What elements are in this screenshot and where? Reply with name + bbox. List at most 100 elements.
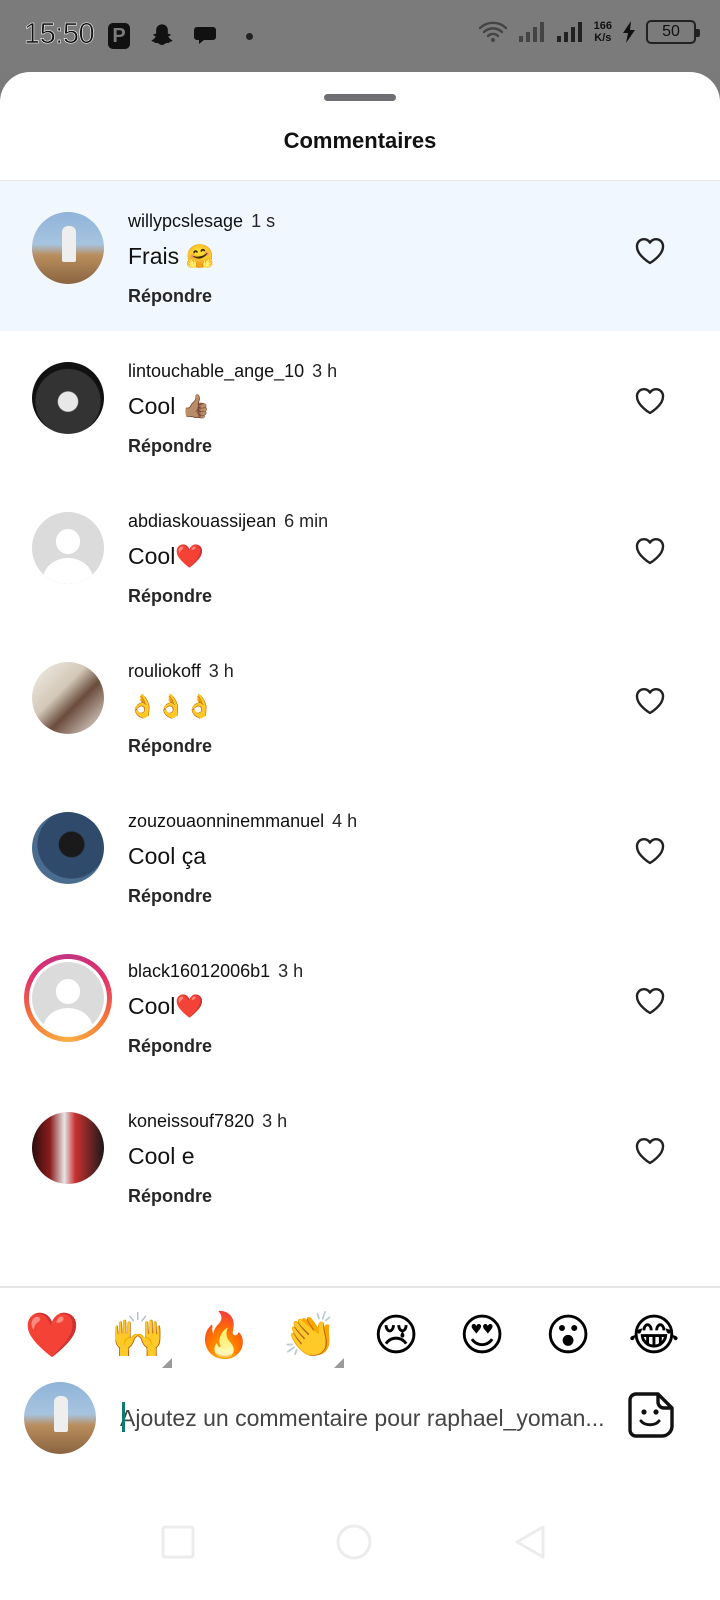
comment-meta: willypcslesage 1 s [128,211,275,232]
reply-button[interactable]: Répondre [128,886,212,907]
status-bar: 15:50 P 166 K/s 50 [0,0,720,72]
quick-reactions-bar: ❤️ 🙌 🔥 👏 😢 😍 😮 😂 [0,1308,720,1368]
home-icon[interactable] [334,1522,374,1562]
avatar[interactable] [32,1112,104,1184]
charging-icon [623,21,635,43]
sheet-title: Commentaires [283,128,437,153]
wifi-icon [478,21,507,42]
reply-button[interactable]: Répondre [128,1036,212,1057]
comment-item: lintouchable_ange_10 3 h Cool 👍🏽 Répondre [0,331,720,481]
battery-indicator: 50 [646,20,700,44]
comment-text: Cool ça [128,843,206,869]
avatar[interactable] [32,362,104,434]
comments-sheet: Commentaires willypcslesage 1 s Frais 🤗 R… [0,72,720,1600]
reply-button[interactable]: Répondre [128,436,212,457]
reaction-heart-eyes[interactable]: 😍 [454,1308,510,1364]
comment-time: 3 h [312,361,338,381]
comment-text: Cool❤️ [128,543,204,569]
reply-button[interactable]: Répondre [128,1186,212,1207]
comment-time: 3 h [208,661,234,681]
avatar[interactable] [32,212,104,284]
reply-button[interactable]: Répondre [128,286,212,307]
reaction-surprised[interactable]: 😮 [540,1308,596,1364]
comment-item: abdiaskouassijean 6 min Cool❤️ Répondre [0,481,720,631]
comment-item: koneissouf7820 3 h Cool e Répondre [0,1081,720,1231]
text-caret [122,1402,125,1432]
reply-button[interactable]: Répondre [128,586,212,607]
network-speed-unit: K/s [594,32,612,44]
composer-divider [0,1286,720,1288]
reaction-clap-glyph: 👏 [282,1310,338,1361]
comment-time: 1 s [251,211,276,231]
skin-tone-indicator [334,1358,344,1368]
comment-item: zouzouaonninemmanuel 4 h Cool ça Répondre [0,781,720,931]
comment-meta: rouliokoff 3 h [128,661,234,682]
avatar-story-ring[interactable] [24,954,112,1042]
avatar[interactable] [32,812,104,884]
sticker-icon[interactable] [626,1390,676,1440]
heart-icon[interactable] [634,836,666,866]
comment-time: 4 h [332,811,358,831]
comment-meta: zouzouaonninemmanuel 4 h [128,811,357,832]
heart-icon[interactable] [634,386,666,416]
parking-app-icon: P [108,23,130,49]
chat-bubble-icon [194,27,216,44]
comment-text: Cool 👍🏽 [128,393,211,419]
reaction-clap[interactable]: 👏 [282,1308,344,1368]
back-icon[interactable] [510,1522,550,1562]
system-navigation-bar [0,1492,720,1600]
comment-meta: lintouchable_ange_10 3 h [128,361,337,382]
comments-list[interactable]: willypcslesage 1 s Frais 🤗 Répondre linto… [0,181,720,1231]
comment-item: rouliokoff 3 h 👌👌👌 Répondre [0,631,720,781]
comment-item: willypcslesage 1 s Frais 🤗 Répondre [0,181,720,331]
comment-composer [0,1378,720,1458]
comment-time: 6 min [284,511,329,531]
comment-username[interactable]: rouliokoff [128,661,201,681]
reply-button[interactable]: Répondre [128,736,212,757]
reaction-crying[interactable]: 😢 [368,1308,424,1364]
reaction-heart[interactable]: ❤️ [24,1308,80,1364]
heart-icon[interactable] [634,986,666,1016]
notification-icons: P [108,22,253,50]
comment-username[interactable]: willypcslesage [128,211,243,231]
snapchat-icon [151,24,173,45]
avatar[interactable] [32,662,104,734]
comment-username[interactable]: zouzouaonninemmanuel [128,811,324,831]
comment-meta: abdiaskouassijean 6 min [128,511,328,532]
comment-text: Frais 🤗 [128,243,215,269]
skin-tone-indicator [162,1358,172,1368]
signal-icon-1 [518,22,544,42]
status-time: 15:50 [24,18,95,51]
drag-handle[interactable] [324,94,396,101]
comment-username[interactable]: black16012006b1 [128,961,270,981]
my-avatar [24,1382,96,1454]
reaction-raised-hands[interactable]: 🙌 [110,1308,172,1368]
reaction-laughing[interactable]: 😂 [626,1308,682,1364]
heart-icon[interactable] [634,236,666,266]
battery-level: 50 [662,23,680,40]
comment-time: 3 h [262,1111,288,1131]
avatar[interactable] [32,512,104,584]
comment-time: 3 h [278,961,304,981]
heart-icon[interactable] [634,536,666,566]
network-speed: 166 K/s [594,20,612,44]
comment-text: Cool e [128,1143,195,1169]
comment-meta: black16012006b1 3 h [128,961,303,982]
network-speed-value: 166 [593,20,612,32]
signal-icon-2 [556,22,582,42]
heart-icon[interactable] [634,1136,666,1166]
comment-username[interactable]: abdiaskouassijean [128,511,276,531]
comment-text: 👌👌👌 [128,693,214,719]
system-icons: 166 K/s 50 [478,20,700,44]
comment-text: Cool❤️ [128,993,204,1019]
reaction-raised-hands-glyph: 🙌 [110,1310,166,1361]
heart-icon[interactable] [634,686,666,716]
more-notifications-dot [246,32,253,40]
comment-username[interactable]: koneissouf7820 [128,1111,254,1131]
comment-username[interactable]: lintouchable_ange_10 [128,361,304,381]
default-avatar-icon [32,962,104,1034]
recents-icon[interactable] [158,1522,198,1562]
comment-input[interactable] [120,1398,610,1438]
default-avatar-icon [32,512,104,584]
reaction-fire[interactable]: 🔥 [196,1308,252,1364]
